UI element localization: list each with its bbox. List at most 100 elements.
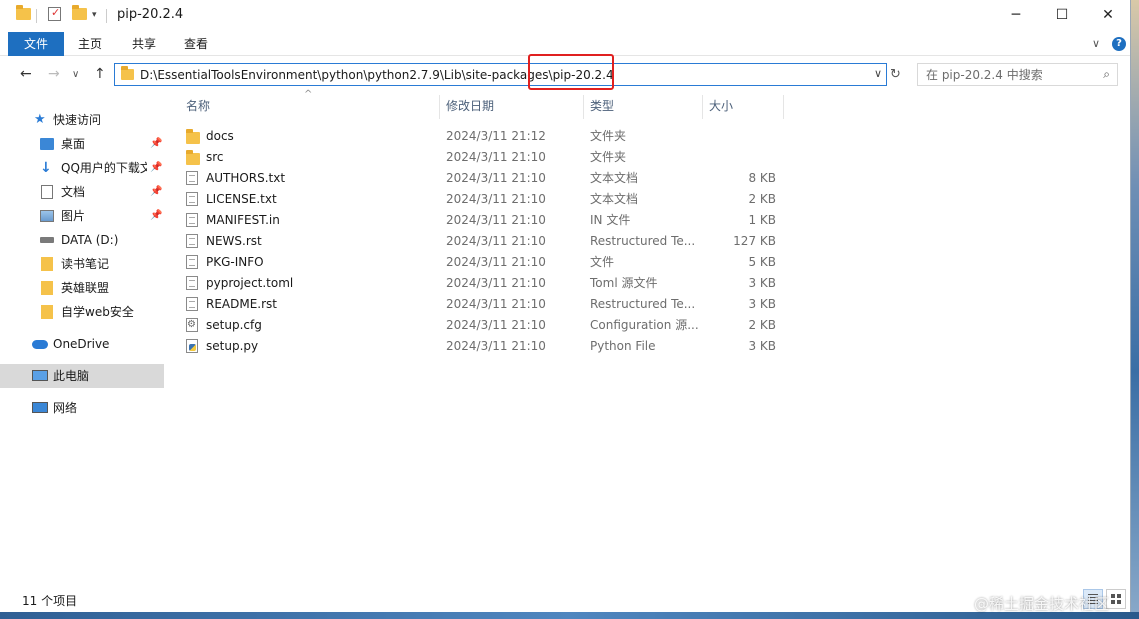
file-row-pyproject[interactable]: pyproject.toml 2024/3/11 21:10 Toml 源文件 … (170, 273, 785, 294)
sidebar-item-network[interactable]: 网络 (0, 396, 164, 420)
text-file-icon (186, 276, 198, 291)
sidebar-item-label: 图片 (61, 209, 86, 223)
address-bar[interactable]: D:\EssentialToolsEnvironment\python\pyth… (114, 63, 887, 86)
ribbon-tabs: 文件 主页 共享 查看 ∨ ? (0, 32, 1130, 56)
text-file-icon (186, 297, 198, 312)
sidebar-item-web-security[interactable]: 自学web安全 (0, 300, 164, 324)
file-row-pkg-info[interactable]: PKG-INFO 2024/3/11 21:10 文件 5 KB (170, 252, 785, 273)
item-count: 11 个项目 (22, 594, 78, 608)
forward-button[interactable]: → (48, 66, 60, 82)
star-icon: ★ (34, 112, 46, 127)
column-header-type[interactable]: 类型 (590, 95, 614, 119)
sidebar-item-label: 网络 (53, 401, 78, 415)
column-header-name[interactable]: 名称 (186, 95, 210, 119)
python-file-icon (186, 339, 198, 354)
up-button[interactable]: ↑ (94, 66, 106, 82)
sidebar-item-documents[interactable]: 文档 📌 (0, 180, 164, 204)
watermark: @稀土掘金技术社区 (974, 595, 1110, 613)
sidebar-item-label: 自学web安全 (61, 305, 134, 319)
expand-ribbon-icon[interactable]: ∨ (1092, 37, 1100, 50)
column-divider[interactable] (439, 95, 440, 119)
desktop-icon (40, 138, 54, 150)
maximize-button[interactable]: ☐ (1039, 0, 1085, 30)
file-name: LICENSE.txt (206, 192, 277, 206)
file-row-authors[interactable]: AUTHORS.txt 2024/3/11 21:10 文本文档 8 KB (170, 168, 785, 189)
file-row-manifest[interactable]: MANIFEST.in 2024/3/11 21:10 IN 文件 1 KB (170, 210, 785, 231)
sidebar-item-league[interactable]: 英雄联盟 (0, 276, 164, 300)
file-type: 文本文档 (590, 171, 639, 185)
file-row-news[interactable]: NEWS.rst 2024/3/11 21:10 Restructured Te… (170, 231, 785, 252)
separator (106, 9, 107, 23)
sidebar-item-pictures[interactable]: 图片 📌 (0, 204, 164, 228)
sidebar-item-label: 读书笔记 (61, 257, 110, 271)
pin-icon[interactable]: 📌 (150, 204, 162, 228)
folder-icon (16, 5, 32, 24)
sidebar-item-this-pc[interactable]: 此电脑 (0, 364, 164, 388)
search-input[interactable] (918, 64, 1088, 85)
tab-share[interactable]: 共享 (118, 32, 170, 56)
column-header-size[interactable]: 大小 (709, 95, 733, 119)
sidebar-item-downloads[interactable]: ↓ QQ用户的下载文件 📌 (0, 156, 164, 180)
search-icon[interactable]: ⌕ (1103, 67, 1110, 82)
file-date: 2024/3/11 21:10 (446, 192, 546, 206)
column-header-date[interactable]: 修改日期 (446, 95, 494, 119)
file-type: Restructured Te... (590, 297, 696, 311)
file-date: 2024/3/11 21:10 (446, 171, 546, 185)
refresh-button[interactable]: ↻ (890, 67, 901, 82)
file-row-readme[interactable]: README.rst 2024/3/11 21:10 Restructured … (170, 294, 785, 315)
file-date: 2024/3/11 21:10 (446, 234, 546, 248)
column-divider[interactable] (702, 95, 703, 119)
window-title: pip-20.2.4 (117, 7, 184, 22)
file-row-setup-py[interactable]: setup.py 2024/3/11 21:10 Python File 3 K… (170, 336, 785, 357)
help-icon[interactable]: ? (1112, 37, 1126, 51)
file-row-setup-cfg[interactable]: setup.cfg 2024/3/11 21:10 Configuration … (170, 314, 785, 336)
text-file-icon (186, 234, 198, 249)
close-button[interactable]: ✕ (1085, 0, 1130, 30)
sidebar-item-data-drive[interactable]: DATA (D:) (0, 228, 164, 252)
back-button[interactable]: ← (20, 66, 32, 82)
file-icon (186, 255, 198, 270)
file-row-docs[interactable]: docs 2024/3/11 21:12 文件夹 (170, 126, 785, 147)
file-size: 2 KB (748, 192, 776, 206)
sidebar-item-label: 快速访问 (53, 113, 102, 127)
sidebar-item-quick-access[interactable]: ★ 快速访问 (0, 108, 164, 132)
file-name: MANIFEST.in (206, 213, 280, 227)
sidebar-item-desktop[interactable]: 桌面 📌 (0, 132, 164, 156)
sidebar-item-reading-notes[interactable]: 读书笔记 (0, 252, 164, 276)
file-type: Restructured Te... (590, 234, 696, 248)
cloud-icon (32, 340, 48, 349)
file-row-license[interactable]: LICENSE.txt 2024/3/11 21:10 文本文档 2 KB (170, 189, 785, 210)
file-name: setup.py (206, 339, 259, 353)
sidebar-item-label: OneDrive (53, 337, 110, 351)
pin-icon[interactable]: 📌 (150, 180, 162, 204)
file-list: ^ 名称 修改日期 类型 大小 docs 2024/3/11 21:12 文件夹… (170, 89, 1130, 585)
address-dropdown-icon[interactable]: ∨ (874, 67, 882, 80)
sidebar-item-label: DATA (D:) (61, 233, 119, 247)
file-date: 2024/3/11 21:12 (446, 129, 546, 143)
folder-icon (41, 305, 53, 319)
recent-locations-button[interactable]: ∨ (72, 69, 79, 80)
tab-file[interactable]: 文件 (8, 32, 64, 56)
sidebar-item-label: 文档 (61, 185, 86, 199)
column-divider[interactable] (783, 95, 784, 119)
properties-icon[interactable]: ✓ (48, 6, 61, 21)
search-box[interactable]: ⌕ (917, 63, 1118, 86)
folder-icon (121, 66, 134, 83)
file-type: 文件 (590, 255, 615, 269)
file-type: Python File (590, 339, 656, 353)
file-row-src[interactable]: src 2024/3/11 21:10 文件夹 (170, 147, 785, 168)
drive-icon (40, 237, 54, 243)
new-folder-icon[interactable] (72, 5, 88, 24)
minimize-button[interactable]: ─ (993, 0, 1039, 30)
file-size: 2 KB (748, 318, 776, 332)
tab-home[interactable]: 主页 (64, 32, 116, 56)
column-divider[interactable] (583, 95, 584, 119)
sidebar-item-label: 此电脑 (53, 369, 90, 383)
separator (36, 9, 37, 23)
highlight-box (528, 54, 614, 90)
tab-view[interactable]: 查看 (170, 32, 222, 56)
file-name: pyproject.toml (206, 276, 294, 290)
pin-icon[interactable]: 📌 (150, 132, 162, 156)
pin-icon[interactable]: 📌 (150, 156, 162, 180)
sidebar-item-onedrive[interactable]: OneDrive (0, 332, 164, 356)
